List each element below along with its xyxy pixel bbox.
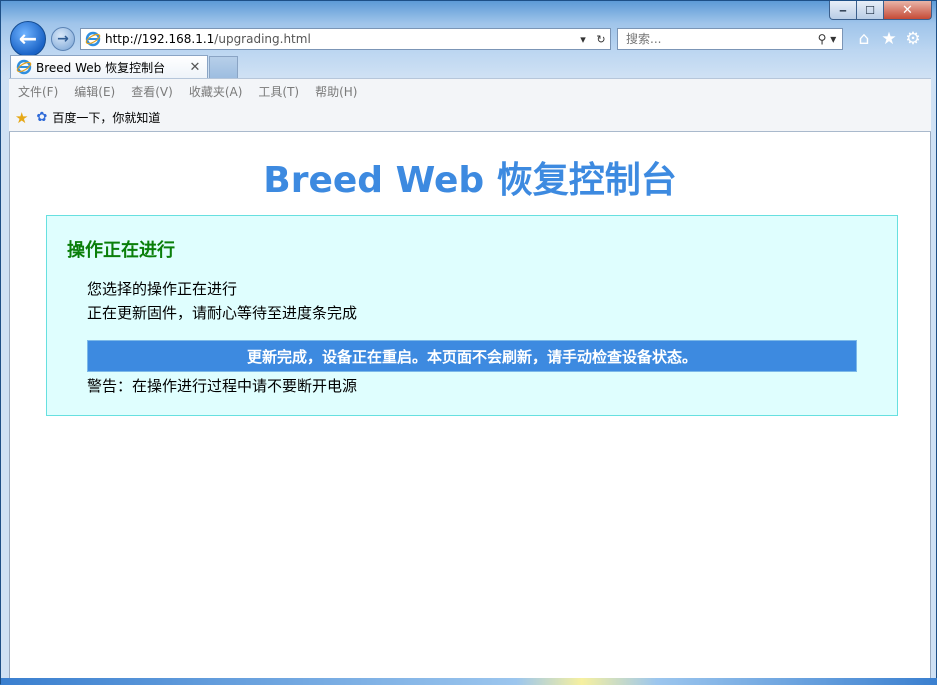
url-text[interactable]: http://192.168.1.1/upgrading.html xyxy=(105,32,574,46)
tab-title: Breed Web 恢复控制台 xyxy=(36,60,166,75)
back-button[interactable]: ← xyxy=(10,21,46,57)
ie-tab-icon xyxy=(16,59,32,75)
progress-text: 更新完成，设备正在重启。本页面不会刷新，请手动检查设备状态。 xyxy=(246,347,697,366)
page-title: Breed Web 恢复控制台 xyxy=(263,160,677,201)
refresh-icon[interactable]: ↻ xyxy=(592,33,610,46)
power-warning-text: 警告：在操作进行过程中请不要断开电源 xyxy=(87,377,358,395)
minimize-button[interactable]: ‒ xyxy=(829,1,857,20)
ie-page-icon xyxy=(85,31,101,47)
menu-file[interactable]: 文件(F) xyxy=(18,83,58,100)
menu-help[interactable]: 帮助(H) xyxy=(315,83,357,100)
panel-heading: 操作正在进行 xyxy=(67,240,175,261)
forward-arrow-icon: → xyxy=(57,31,69,47)
menu-edit[interactable]: 编辑(E) xyxy=(74,83,115,100)
address-dropdown-icon[interactable]: ▾ xyxy=(574,33,592,46)
baidu-paw-icon: ✿ xyxy=(36,110,48,125)
menu-tools[interactable]: 工具(T) xyxy=(258,83,299,100)
favorites-bar: ★ ✿ 百度一下，你就知道 xyxy=(9,104,931,132)
address-bar[interactable]: http://192.168.1.1/upgrading.html ▾ ↻ xyxy=(80,28,611,50)
favorites-star-icon[interactable]: ★ xyxy=(879,29,899,49)
add-favorite-star-icon[interactable]: ★ xyxy=(15,109,28,127)
page-content: Breed Web 恢复控制台 操作正在进行 您选择的操作正在进行 正在更新固件… xyxy=(9,132,931,678)
new-tab-button[interactable] xyxy=(209,56,238,78)
update-instruction-text: 正在更新固件，请耐心等待至进度条完成 xyxy=(87,304,358,322)
browser-window: ‒ ☐ ✕ ← → http://192.168.1.1/upgrading.h… xyxy=(0,0,937,685)
status-panel: 操作正在进行 您选择的操作正在进行 正在更新固件，请耐心等待至进度条完成 更新完… xyxy=(46,215,898,416)
progress-bar: 更新完成，设备正在重启。本页面不会刷新，请手动检查设备状态。 xyxy=(87,340,857,372)
search-box[interactable]: ⚲ ▾ xyxy=(617,28,843,50)
maximize-button[interactable]: ☐ xyxy=(857,1,884,20)
menu-favorites[interactable]: 收藏夹(A) xyxy=(189,83,243,100)
gear-icon[interactable]: ⚙ xyxy=(903,29,923,49)
close-window-button[interactable]: ✕ xyxy=(884,1,932,20)
tab-close-icon[interactable]: ✕ xyxy=(187,60,203,75)
tab-breed-web[interactable]: Breed Web 恢复控制台 ✕ xyxy=(10,55,208,78)
favorite-link-baidu[interactable]: 百度一下，你就知道 xyxy=(52,109,160,126)
menu-view[interactable]: 查看(V) xyxy=(131,83,173,100)
home-icon[interactable]: ⌂ xyxy=(854,29,874,49)
operation-status-text: 您选择的操作正在进行 xyxy=(87,280,238,298)
window-controls: ‒ ☐ ✕ xyxy=(829,1,932,20)
url-path: /upgrading.html xyxy=(214,32,311,46)
search-input[interactable] xyxy=(624,31,812,47)
menu-bar: 文件(F) 编辑(E) 查看(V) 收藏夹(A) 工具(T) 帮助(H) xyxy=(9,78,931,104)
back-arrow-icon: ← xyxy=(18,26,38,52)
forward-button[interactable]: → xyxy=(51,27,75,51)
url-host: http://192.168.1.1 xyxy=(105,32,215,46)
search-icon[interactable]: ⚲ ▾ xyxy=(812,32,842,46)
